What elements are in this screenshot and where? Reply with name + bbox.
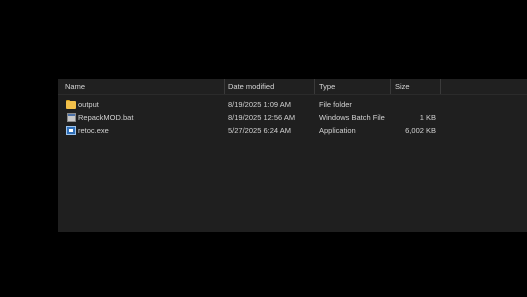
file-type: Application [319,126,356,135]
file-size [395,98,436,111]
column-divider[interactable] [440,79,441,94]
file-type: Windows Batch File [319,113,385,122]
column-header-name[interactable]: Name [65,79,85,94]
column-header-type[interactable]: Type [319,79,335,94]
file-date-modified: 5/27/2025 6:24 AM [228,126,291,135]
file-row-repackmod[interactable]: RepackMOD.bat 8/19/2025 12:56 AM Windows… [58,111,527,124]
column-header-row: Name Date modified Type Size [58,79,527,95]
file-row-retoc[interactable]: retoc.exe 5/27/2025 6:24 AM Application … [58,124,527,137]
file-name: retoc.exe [78,126,109,135]
file-name: output [78,100,99,109]
file-explorer-pane: Name Date modified Type Size output 8/19… [58,79,527,232]
file-size: 1 KB [419,113,436,122]
application-icon [66,126,76,135]
batch-file-icon [66,113,76,122]
column-divider[interactable] [314,79,315,94]
file-date-modified: 8/19/2025 12:56 AM [228,113,296,122]
file-type: File folder [319,100,352,109]
column-header-size[interactable]: Size [395,79,410,94]
folder-icon [66,100,76,109]
file-name: RepackMOD.bat [78,113,134,122]
column-divider[interactable] [390,79,391,94]
column-divider[interactable] [224,79,225,94]
column-header-date-modified[interactable]: Date modified [228,79,274,94]
file-size: 6,002 KB [405,126,436,135]
file-row-output[interactable]: output 8/19/2025 1:09 AM File folder [58,98,527,111]
file-date-modified: 8/19/2025 1:09 AM [228,100,291,109]
